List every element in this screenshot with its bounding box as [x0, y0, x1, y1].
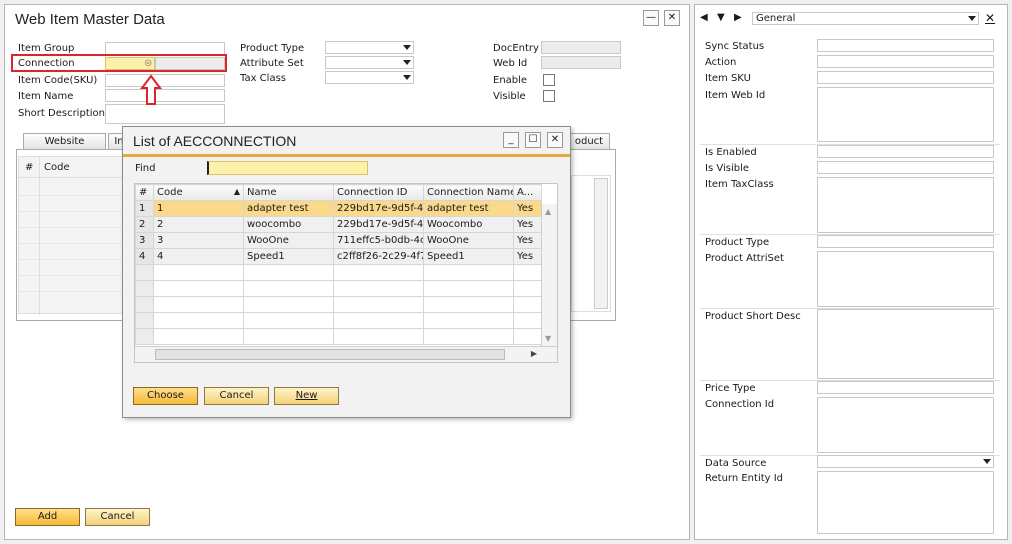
scroll-down-icon[interactable]: ▼ — [545, 334, 551, 343]
dialog-maximize-button[interactable]: ☐ — [525, 132, 541, 148]
new-button[interactable]: New — [274, 387, 339, 405]
main-cancel-button[interactable]: Cancel — [85, 508, 150, 526]
is-enabled-label: Is Enabled — [705, 147, 757, 158]
nav-menu-icon[interactable]: ▼ — [717, 12, 725, 23]
is-enabled-field[interactable] — [817, 145, 994, 158]
item-taxclass-field[interactable] — [817, 177, 994, 233]
price-type-field[interactable] — [817, 381, 994, 394]
connection-table: # Code ▲ Name Connection ID Connection Na… — [135, 184, 542, 345]
item-taxclass-label: Item TaxClass — [705, 179, 774, 190]
data-source-label: Data Source — [705, 458, 767, 469]
web-id-label: Web Id — [493, 58, 528, 69]
table-header-row: # Code ▲ Name Connection ID Connection Na… — [135, 184, 542, 201]
product-type-side-field[interactable] — [817, 235, 994, 248]
close-button[interactable]: ✕ — [664, 10, 680, 26]
return-entity-id-label: Return Entity Id — [705, 473, 784, 484]
web-id-field — [541, 56, 621, 69]
item-group-label: Item Group — [18, 43, 75, 54]
col-hash[interactable]: # — [135, 184, 154, 201]
dialog-title: List of AECCONNECTION — [133, 133, 297, 149]
product-type-select[interactable] — [325, 41, 414, 54]
table-row[interactable]: 3 3 WooOne 711effc5-b0db-4c8b WooOne Yes — [135, 232, 542, 249]
is-visible-field[interactable] — [817, 161, 994, 174]
minimize-button[interactable]: — — [643, 10, 659, 26]
dialog-minimize-button[interactable]: _ — [503, 132, 519, 148]
visible-label: Visible — [493, 91, 526, 102]
tax-class-label: Tax Class — [240, 73, 286, 84]
bg-grid-header-hash: # — [25, 162, 34, 173]
enable-checkbox[interactable] — [543, 74, 555, 86]
background-grid: # Code — [18, 156, 139, 315]
table-row[interactable]: 4 4 Speed1 c2ff8f26-2c29-4f7a-a Speed1 Y… — [135, 248, 542, 265]
bg-grid-header-code: Code — [44, 162, 70, 173]
is-visible-label: Is Visible — [705, 163, 750, 174]
scroll-thumb[interactable] — [155, 349, 505, 360]
action-field[interactable] — [817, 55, 994, 68]
col-code[interactable]: Code ▲ — [153, 184, 244, 201]
col-connection-id[interactable]: Connection ID — [333, 184, 424, 201]
tab-product[interactable]: oduct — [568, 133, 610, 149]
sort-ascending-icon: ▲ — [233, 187, 240, 196]
item-web-id-label: Item Web Id — [705, 90, 766, 101]
table-row[interactable]: 1 1 adapter test 229bd17e-9d5f-4fd6 adap… — [135, 200, 542, 217]
nav-next-icon[interactable]: ▶ — [734, 12, 742, 23]
attribute-set-label: Attribute Set — [240, 58, 304, 69]
sync-status-label: Sync Status — [705, 41, 765, 52]
product-short-desc-label: Product Short Desc — [705, 311, 801, 322]
product-attriset-field[interactable] — [817, 251, 994, 307]
col-active[interactable]: A... — [513, 184, 542, 201]
scroll-right-icon[interactable]: ▶ — [531, 349, 537, 358]
connection-id-field[interactable] — [817, 397, 994, 453]
list-dialog: List of AECCONNECTION _ ☐ ✕ Find # Code ▲… — [122, 126, 571, 418]
table-row[interactable]: 2 2 woocombo 229bd17e-9d5f-4fd6 Woocombo… — [135, 216, 542, 233]
doc-entry-field — [541, 41, 621, 54]
return-entity-id-field[interactable] — [817, 471, 994, 534]
background-grid-right — [571, 175, 611, 312]
product-attriset-label: Product AttriSet — [705, 253, 784, 264]
find-label: Find — [135, 163, 156, 174]
add-button[interactable]: Add — [15, 508, 80, 526]
scroll-up-icon[interactable]: ▲ — [545, 207, 551, 216]
product-type-side-label: Product Type — [705, 237, 770, 248]
choose-button[interactable]: Choose — [133, 387, 198, 405]
dialog-cancel-button[interactable]: Cancel — [204, 387, 269, 405]
product-type-label: Product Type — [240, 43, 305, 54]
item-sku-field[interactable] — [817, 71, 994, 84]
item-sku-label: Item SKU — [705, 73, 751, 84]
tax-class-select[interactable] — [325, 71, 414, 84]
window-title: Web Item Master Data — [15, 11, 165, 28]
tab-website[interactable]: Website — [23, 133, 106, 149]
connection-id-label: Connection Id — [705, 399, 775, 410]
side-category-select[interactable]: General — [752, 12, 979, 25]
sync-status-field[interactable] — [817, 39, 994, 52]
item-code-field[interactable] — [105, 74, 225, 87]
short-description-label: Short Description — [18, 108, 105, 119]
attribute-set-select[interactable] — [325, 56, 414, 69]
horizontal-scrollbar[interactable]: ▶ — [135, 346, 557, 362]
product-short-desc-field[interactable] — [817, 309, 994, 379]
item-code-label: Item Code(SKU) — [18, 75, 98, 86]
col-name[interactable]: Name — [243, 184, 334, 201]
enable-label: Enable — [493, 75, 528, 86]
dialog-grid: # Code ▲ Name Connection ID Connection Na… — [134, 183, 558, 363]
vertical-scrollbar[interactable]: ▲ ▼ — [541, 204, 557, 346]
short-description-field[interactable] — [105, 104, 225, 124]
nav-prev-icon[interactable]: ◀ — [700, 12, 708, 23]
side-close-icon[interactable]: ✕ — [985, 11, 995, 25]
col-connection-name[interactable]: Connection Name — [423, 184, 514, 201]
data-source-select[interactable] — [817, 455, 994, 468]
find-input[interactable] — [207, 161, 368, 175]
visible-checkbox[interactable] — [543, 90, 555, 102]
item-web-id-field[interactable] — [817, 87, 994, 142]
action-label: Action — [705, 57, 737, 68]
item-name-label: Item Name — [18, 91, 74, 102]
doc-entry-label: DocEntry — [493, 43, 539, 54]
connection-highlight-box — [11, 54, 227, 72]
dialog-close-button[interactable]: ✕ — [547, 132, 563, 148]
arrow-up-icon — [140, 74, 162, 105]
item-name-field[interactable] — [105, 89, 225, 102]
price-type-label: Price Type — [705, 383, 756, 394]
